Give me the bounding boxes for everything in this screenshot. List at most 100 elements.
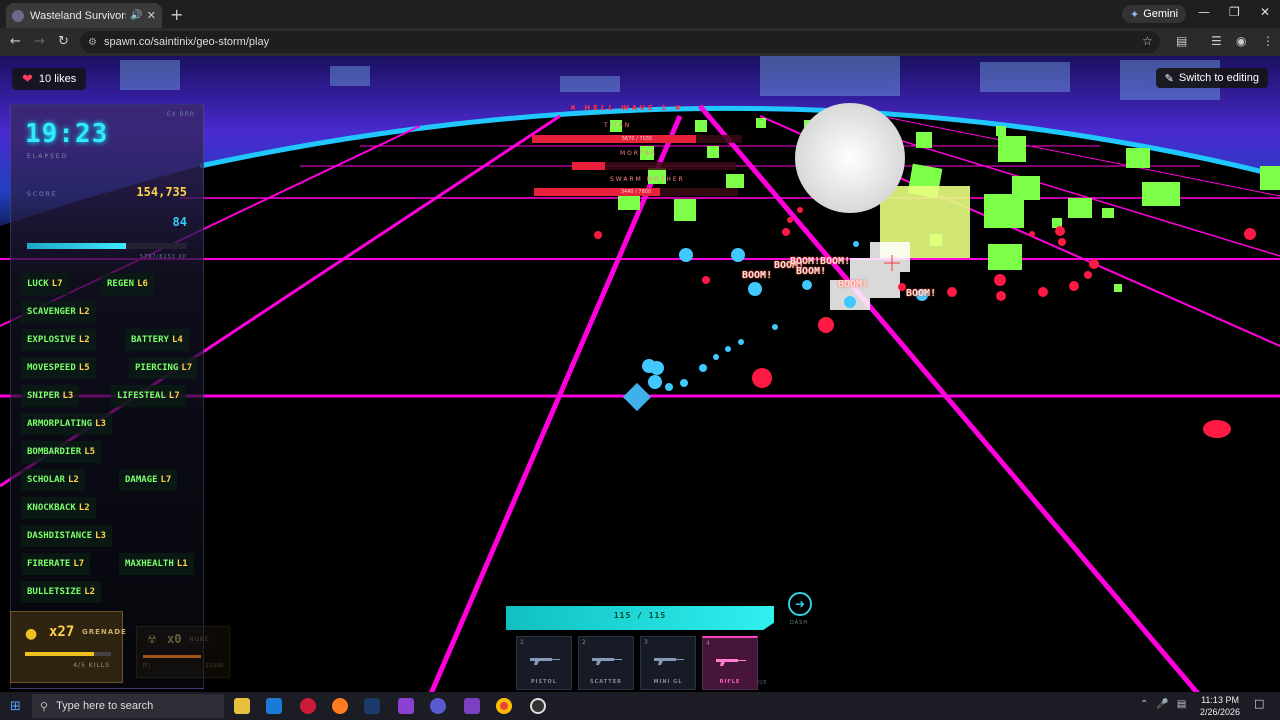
- gun-icon: [654, 658, 684, 665]
- chrome-icon[interactable]: [496, 698, 512, 714]
- boom-text: BOOM!: [796, 266, 827, 277]
- boss-health-bar: 5670 / 7035: [532, 135, 742, 143]
- windows-start-icon[interactable]: ⊞: [10, 699, 21, 714]
- address-bar[interactable]: ⚙ spawn.co/saintinix/geo-storm/play: [80, 31, 1160, 53]
- upgrade-name: BATTERY: [131, 335, 169, 345]
- upgrade-chip-scholar: SCHOLAR L2: [21, 469, 85, 491]
- upgrade-level: L3: [95, 419, 106, 429]
- weapon-cycle-hint: Q/E: [758, 680, 767, 686]
- file-explorer-icon[interactable]: [234, 698, 250, 714]
- back-icon[interactable]: ←: [10, 34, 21, 49]
- firefox-icon[interactable]: [332, 698, 348, 714]
- audio-playing-icon[interactable]: 🔊: [130, 10, 142, 21]
- taskbar-clock[interactable]: 11:13 PM 2/26/2026: [1200, 694, 1240, 718]
- player-ship: [622, 382, 652, 412]
- nuke-count: x0: [167, 632, 182, 646]
- close-window-icon[interactable]: ✕: [1260, 5, 1270, 19]
- upgrade-name: BULLETSIZE: [27, 587, 82, 597]
- weapon-slot-number: 3: [644, 639, 648, 646]
- forward-icon[interactable]: →: [34, 34, 45, 49]
- browser-tab[interactable]: Wasteland Survivors: Ashto 🔊 ✕: [6, 3, 162, 28]
- upgrade-chip-knockback: KNOCKBACK L2: [21, 497, 96, 519]
- boom-text: BOOM!: [742, 270, 773, 281]
- taskbar-search-box[interactable]: ⚲ Type here to search: [32, 694, 224, 718]
- upgrade-level: L3: [95, 531, 106, 541]
- grenade-label: GRENADE: [82, 628, 127, 636]
- grenade-charge-fill: [25, 652, 94, 656]
- bookmark-star-icon[interactable]: ☆: [1142, 34, 1153, 48]
- upgrade-chip-armorplating: ARMORPLATING L3: [21, 413, 112, 435]
- wave-title: ✖ HELL WAVE 1 ✖: [570, 104, 684, 112]
- nuke-charge-fill: [143, 655, 201, 658]
- notification-center-icon[interactable]: □: [1254, 697, 1264, 710]
- cast-icon[interactable]: ▤: [1176, 34, 1187, 48]
- heart-icon: ❤: [22, 71, 33, 86]
- upgrade-chip-firerate: FIRERATE L7: [21, 553, 91, 575]
- weapon-slot-number: 1: [520, 639, 524, 646]
- upgrade-chip-movespeed: MOVESPEED L5: [21, 357, 96, 379]
- system-tray: ⌃ 🎤 ▤: [1140, 699, 1186, 710]
- obsidian-icon[interactable]: [398, 698, 414, 714]
- boss-name: SWARM MOTHER: [610, 176, 685, 183]
- profile-avatar-icon[interactable]: ◉: [1236, 34, 1246, 48]
- upgrade-chip-battery: BATTERY L4: [125, 329, 189, 351]
- opera-icon[interactable]: [300, 698, 316, 714]
- restore-icon[interactable]: ❐: [1229, 5, 1240, 19]
- upgrade-level: L7: [168, 391, 180, 401]
- steam-icon[interactable]: [364, 698, 380, 714]
- minimize-icon[interactable]: —: [1198, 5, 1210, 19]
- weapon-slot-pistol[interactable]: 1 PISTOL: [516, 636, 572, 690]
- grenade-charge-bar: [25, 652, 111, 656]
- upgrade-chip-lifesteal: LIFESTEAL L7: [111, 385, 186, 407]
- upgrade-name: DAMAGE: [125, 475, 158, 485]
- switch-to-editing-button[interactable]: ✎ Switch to editing: [1155, 68, 1268, 88]
- elapsed-label: ELAPSED: [27, 153, 69, 160]
- panel-tag: EX BRR: [166, 111, 195, 118]
- outlook-icon[interactable]: [266, 698, 282, 714]
- menu-kebab-icon[interactable]: ⋮: [1262, 34, 1274, 48]
- upgrade-chip-dashdistance: DASHDISTANCE L3: [21, 525, 112, 547]
- microphone-icon[interactable]: 🎤: [1156, 699, 1168, 710]
- weapon-slot-mini-gl[interactable]: 3 MINI GL: [640, 636, 696, 690]
- network-icon[interactable]: ▤: [1177, 699, 1186, 710]
- close-tab-icon[interactable]: ✕: [147, 9, 156, 22]
- weapon-slot-rifle[interactable]: 4 RIFLE: [702, 636, 758, 690]
- score-label: SCORE: [27, 191, 58, 198]
- reload-icon[interactable]: ↻: [58, 34, 69, 49]
- upgrade-level: L7: [160, 475, 172, 485]
- grenade-count: x27: [49, 624, 75, 640]
- upgrade-name: MOVESPEED: [27, 363, 76, 373]
- new-tab-button[interactable]: +: [170, 5, 183, 24]
- upgrade-chip-bombardier: BOMBARDIER L5: [21, 441, 102, 463]
- game-viewport[interactable]: ❤ 10 likes ✎ Switch to editing ✖ HELL WA…: [0, 56, 1280, 692]
- url-text: spawn.co/saintinix/geo-storm/play: [104, 36, 270, 48]
- nuke-charge-bar: [143, 655, 201, 658]
- ammo-text: 115 / 115: [613, 611, 667, 620]
- boom-text: BOOM!: [838, 279, 869, 290]
- upgrade-name: LUCK: [27, 279, 49, 289]
- likes-button[interactable]: ❤ 10 likes: [12, 68, 87, 90]
- reading-list-icon[interactable]: ☰: [1211, 34, 1222, 48]
- upgrade-name: MAXHEALTH: [125, 559, 174, 569]
- show-hidden-icons-icon[interactable]: ⌃: [1140, 699, 1148, 710]
- upgrade-chip-explosive: EXPLOSIVE L2: [21, 329, 96, 351]
- boss-health-bar: [572, 162, 736, 170]
- visual-studio-icon[interactable]: [464, 698, 480, 714]
- discord-icon[interactable]: [430, 698, 446, 714]
- upgrade-level: L1: [176, 559, 188, 569]
- clock-date: 2/26/2026: [1200, 707, 1241, 717]
- score-value: 154,735: [136, 185, 187, 199]
- nuke-card: ☢ x0 NUKE [F] 11/100: [136, 626, 230, 678]
- gemini-button[interactable]: ✦ Gemini: [1122, 5, 1187, 23]
- upgrade-level: L4: [171, 335, 183, 345]
- weapon-slot-scatter[interactable]: 2 SCATTER: [578, 636, 634, 690]
- site-info-icon[interactable]: ⚙: [88, 37, 97, 48]
- grenade-progress-text: 4/5 KILLS: [73, 662, 110, 669]
- dash-ability-icon[interactable]: ➜: [788, 592, 812, 616]
- upgrade-chip-damage: DAMAGE L7: [119, 469, 178, 491]
- upgrade-name: REGEN: [107, 279, 135, 289]
- obs-icon[interactable]: [530, 698, 546, 714]
- ammo-bar: 115 / 115: [506, 606, 774, 630]
- weapon-slot-number: 2: [582, 639, 586, 646]
- likes-count: 10 likes: [38, 73, 77, 85]
